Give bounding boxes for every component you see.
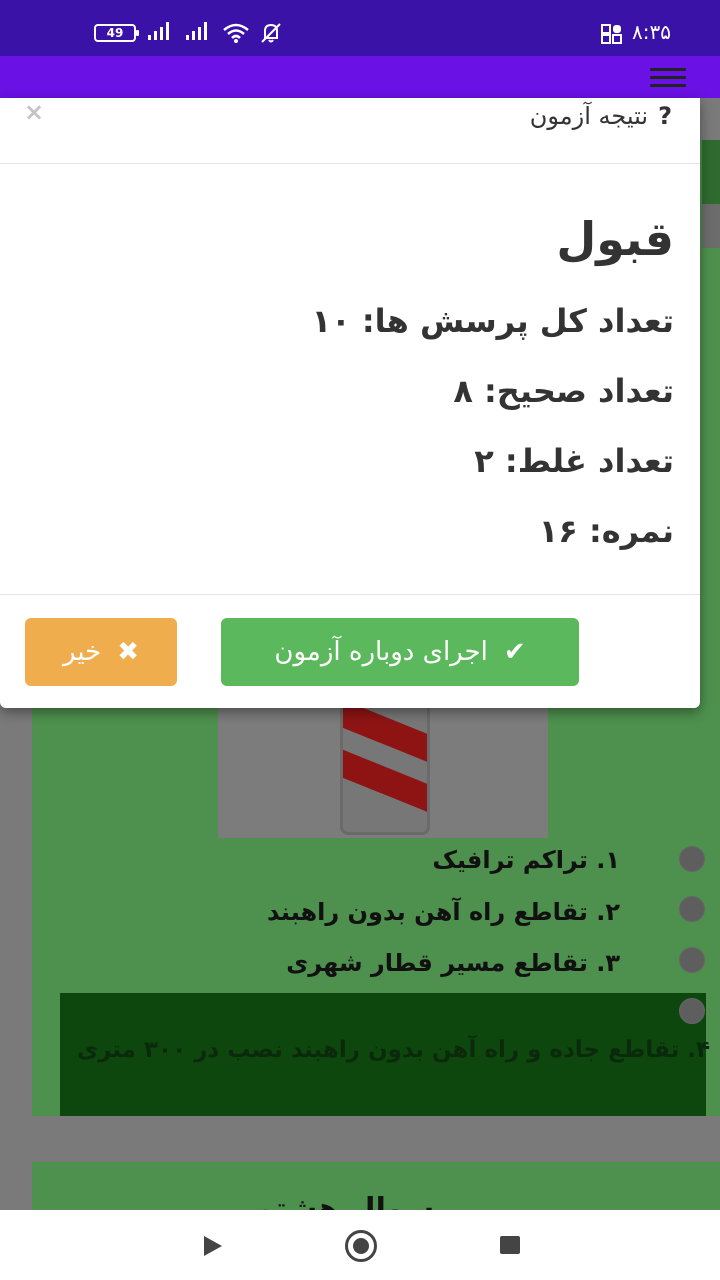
- no-label: خیر: [62, 637, 102, 667]
- signal-icon: [148, 22, 174, 40]
- retry-exam-button[interactable]: ✔ اجرای دوباره آزمون: [221, 618, 579, 686]
- close-icon[interactable]: ×: [24, 98, 44, 126]
- option-4-radio[interactable]: [679, 998, 705, 1024]
- status-bar: 49 ۸:۳۵: [0, 0, 720, 56]
- dialog-title-text: نتیجه آزمون: [529, 102, 649, 130]
- total-questions: تعداد کل پرسش ها: ۱۰: [311, 302, 674, 340]
- back-icon[interactable]: [204, 1236, 222, 1256]
- score: نمره: ۱۶: [538, 512, 674, 550]
- option-1-label[interactable]: ۱. تراکم ترافیک: [432, 840, 620, 880]
- question-image: [218, 700, 548, 838]
- option-3-radio[interactable]: [679, 947, 705, 973]
- divider: [0, 163, 700, 164]
- x-icon: ✖: [117, 637, 140, 667]
- option-3-label[interactable]: ۳. تقاطع مسیر قطار شهری: [286, 943, 620, 983]
- recent-apps-icon[interactable]: [500, 1236, 520, 1254]
- wifi-icon: [223, 23, 249, 43]
- wrong-count: تعداد غلط: ۲: [474, 442, 674, 480]
- option-2-radio[interactable]: [679, 896, 705, 922]
- railway-sign-icon: [340, 700, 430, 835]
- scrollbar[interactable]: [702, 140, 720, 204]
- question-icon: ?: [658, 102, 672, 130]
- bell-off-icon: [261, 23, 281, 43]
- check-icon: ✔: [503, 637, 526, 667]
- app-bar: [0, 56, 720, 98]
- home-icon[interactable]: [345, 1230, 377, 1262]
- option-1-radio[interactable]: [679, 846, 705, 872]
- battery-icon: 49: [94, 24, 139, 42]
- scrollbar-track: [702, 204, 720, 248]
- option-2-label[interactable]: ۲. تقاطع راه آهن بدون راهبند: [267, 892, 620, 932]
- correct-count: تعداد صحیح: ۸: [453, 372, 674, 410]
- result-status: قبول: [556, 212, 674, 266]
- menu-icon[interactable]: [650, 66, 686, 90]
- retry-exam-label: اجرای دوباره آزمون: [274, 637, 488, 667]
- clock: ۸:۳۵: [632, 20, 671, 44]
- battery-level: 49: [106, 26, 124, 40]
- screenshot-icon: [601, 24, 622, 44]
- signal-2-icon: [186, 22, 212, 40]
- option-4-label[interactable]: ۴. تقاطع جاده و راه آهن بدون راهبند نصب …: [70, 1032, 710, 1068]
- divider: [0, 594, 700, 595]
- result-dialog: × ? نتیجه آزمون قبول تعداد کل پرسش ها: ۱۰…: [0, 98, 700, 708]
- no-button[interactable]: ✖ خیر: [25, 618, 177, 686]
- dialog-title: ? نتیجه آزمون: [530, 102, 672, 130]
